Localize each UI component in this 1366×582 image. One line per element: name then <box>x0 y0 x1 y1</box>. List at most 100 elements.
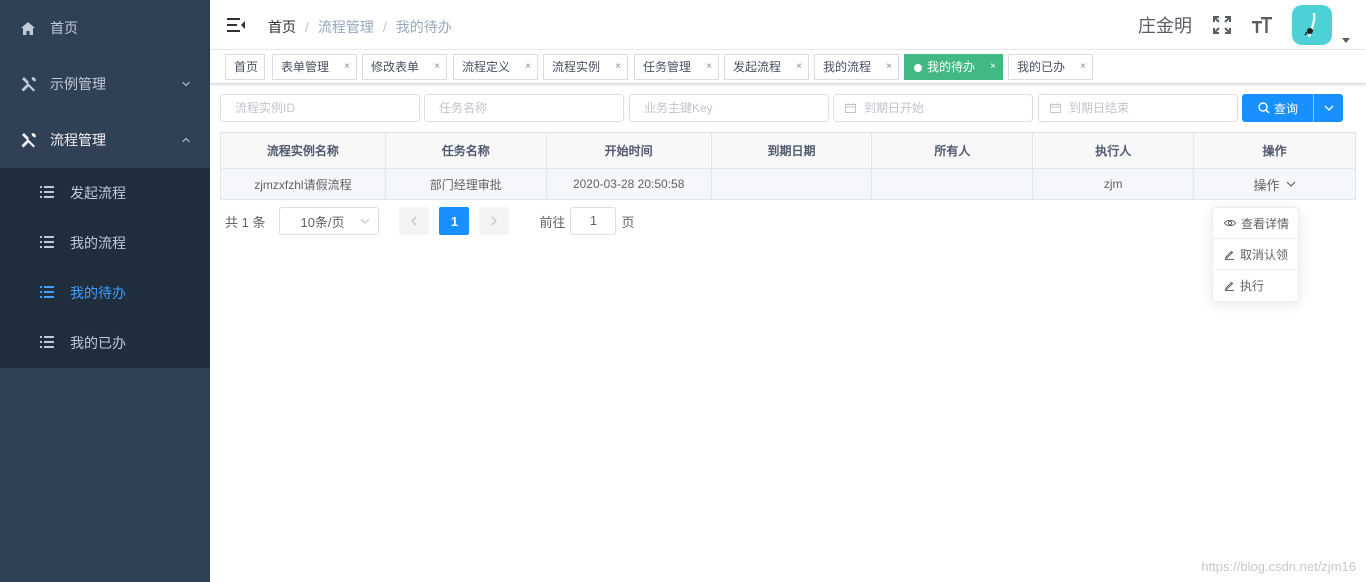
table-cell: 部门经理审批 <box>384 168 547 200</box>
column-header: 执行人 <box>1032 132 1195 169</box>
close-icon[interactable]: × <box>1080 55 1086 79</box>
submenu-process: 发起流程 我的流程 我的待办 我的已办 <box>0 168 210 368</box>
chevron-right-icon <box>492 216 498 226</box>
tag-my-done[interactable]: 我的已办 × <box>1008 54 1093 80</box>
chevron-down-icon <box>1324 105 1333 111</box>
tag-label: 我的已办 <box>1017 60 1066 74</box>
right-menu: 庄金明 <box>1138 0 1366 50</box>
menu-item-execute[interactable]: 执行 <box>1213 270 1298 301</box>
tag-task-mgmt[interactable]: 任务管理 × <box>634 54 719 80</box>
sidebar-item-start-process[interactable]: 发起流程 <box>0 168 210 218</box>
menu-item-cancel-claim[interactable]: 取消认领 <box>1213 239 1298 270</box>
home-icon <box>20 20 36 36</box>
instance-id-input[interactable]: 流程实例ID <box>220 94 420 122</box>
next-page-button[interactable] <box>479 207 510 235</box>
sidebar-item-example-mgmt[interactable]: 示例管理 <box>0 56 210 112</box>
close-icon[interactable]: × <box>525 55 531 79</box>
query-label: 查询 <box>1274 101 1299 116</box>
active-dot <box>914 64 922 72</box>
table-row[interactable]: zjmzxfzhl请假流程 部门经理审批 2020-03-28 20:50:58… <box>220 168 1356 200</box>
sidebar-item-my-process[interactable]: 我的流程 <box>0 218 210 268</box>
menu-item-view-detail[interactable]: 查看详情 <box>1213 208 1298 239</box>
prev-page-button[interactable] <box>399 207 430 235</box>
close-icon[interactable]: × <box>796 55 802 79</box>
tags-view: 首页 表单管理 × 修改表单 × 流程定义 × 流程实例 × 任务管理 × 发起… <box>210 50 1366 84</box>
chevron-down-icon <box>182 81 190 87</box>
sidebar-item-process-mgmt[interactable]: 流程管理 <box>0 112 210 168</box>
due-start-date-picker[interactable]: 到期日开始 <box>833 94 1033 122</box>
close-icon[interactable]: × <box>344 55 350 79</box>
tag-label: 流程实例 <box>552 60 601 74</box>
tools-icon <box>20 76 36 92</box>
caret-down-icon <box>1342 38 1350 43</box>
menu-item-label: 执行 <box>1240 279 1265 293</box>
tag-label: 发起流程 <box>733 60 782 74</box>
navbar: 首页 / 流程管理 / 我的待办 庄金明 <box>210 0 1366 50</box>
page-size-select[interactable]: 10条/页 <box>279 207 380 235</box>
page-number-active[interactable]: 1 <box>439 207 470 235</box>
tag-start-process[interactable]: 发起流程 × <box>724 54 809 80</box>
close-icon[interactable]: × <box>706 55 712 79</box>
sidebar-item-label: 发起流程 <box>70 185 126 201</box>
sidebar-item-label: 我的待办 <box>70 285 126 301</box>
tag-process-def[interactable]: 流程定义 × <box>453 54 538 80</box>
tag-my-process[interactable]: 我的流程 × <box>814 54 899 80</box>
goto-page-input[interactable]: 1 <box>570 207 617 235</box>
calendar-icon <box>845 103 856 113</box>
tag-my-todo[interactable]: 我的待办 × <box>904 54 1003 80</box>
close-icon[interactable]: × <box>615 55 621 79</box>
query-button[interactable]: 查询 <box>1242 94 1314 122</box>
chevron-left-icon <box>411 216 417 226</box>
operation-label: 操作 <box>1253 177 1280 193</box>
breadcrumb-separator: / <box>382 19 387 35</box>
tag-process-instance[interactable]: 流程实例 × <box>543 54 628 80</box>
close-icon[interactable]: × <box>886 55 892 79</box>
page-size-value: 10条/页 <box>300 214 345 230</box>
close-icon[interactable]: × <box>434 55 440 79</box>
tag-form-mgmt[interactable]: 表单管理 × <box>272 54 357 80</box>
avatar <box>1292 5 1332 45</box>
due-end-date-picker[interactable]: 到期日结束 <box>1038 94 1238 122</box>
operation-dropdown[interactable]: 操作 <box>1254 175 1296 194</box>
breadcrumb-separator: / <box>305 19 309 35</box>
goto-prefix: 前往 <box>539 214 566 230</box>
column-header: 所有人 <box>871 132 1034 169</box>
table-cell: 2020-03-28 20:50:58 <box>545 168 712 200</box>
edit-icon <box>1224 250 1234 260</box>
column-header: 流程实例名称 <box>220 132 386 169</box>
calendar-icon <box>1050 103 1061 113</box>
column-header: 开始时间 <box>545 132 712 169</box>
task-name-input[interactable]: 任务名称 <box>424 94 624 122</box>
sidebar-item-label: 示例管理 <box>50 76 106 92</box>
operation-dropdown-menu: 查看详情 取消认领 执行 <box>1212 207 1299 302</box>
tag-home[interactable]: 首页 <box>225 54 265 80</box>
sidebar-item-my-done[interactable]: 我的已办 <box>0 318 210 368</box>
sidebar-item-label: 流程管理 <box>50 132 106 148</box>
breadcrumb-home[interactable]: 首页 <box>268 17 296 37</box>
hamburger-icon[interactable] <box>226 15 246 35</box>
fullscreen-icon[interactable] <box>1212 15 1232 35</box>
tag-label: 表单管理 <box>281 60 330 74</box>
table-cell: zjmzxfzhl请假流程 <box>220 168 386 200</box>
tag-label: 流程定义 <box>462 60 511 74</box>
table-cell <box>710 168 873 200</box>
edit-icon <box>1224 281 1234 291</box>
close-icon[interactable]: × <box>990 55 996 79</box>
breadcrumb: 首页 / 流程管理 / 我的待办 <box>268 17 452 37</box>
sidebar-item-my-todo[interactable]: 我的待办 <box>0 268 210 318</box>
sidebar: 首页 示例管理 流程管理 发起流程 我的流程 我的待办 我的已办 <box>0 0 210 582</box>
query-split-button: 查询 <box>1242 94 1343 122</box>
list-icon <box>40 186 54 200</box>
tools-icon <box>20 132 36 148</box>
business-key-input[interactable]: 业务主键Key <box>629 94 829 122</box>
sidebar-item-home[interactable]: 首页 <box>0 0 210 56</box>
query-dropdown-toggle[interactable] <box>1314 105 1343 111</box>
user-name: 庄金明 <box>1138 16 1192 36</box>
avatar-dropdown[interactable] <box>1292 5 1350 45</box>
font-size-icon[interactable] <box>1252 15 1272 35</box>
search-icon <box>1258 102 1270 114</box>
watermark: https://blog.csdn.net/zjm16 <box>1201 559 1356 574</box>
pagination-goto: 前往 1 页 <box>539 207 635 235</box>
tag-edit-form[interactable]: 修改表单 × <box>362 54 447 80</box>
input-placeholder: 流程实例ID <box>235 101 296 115</box>
